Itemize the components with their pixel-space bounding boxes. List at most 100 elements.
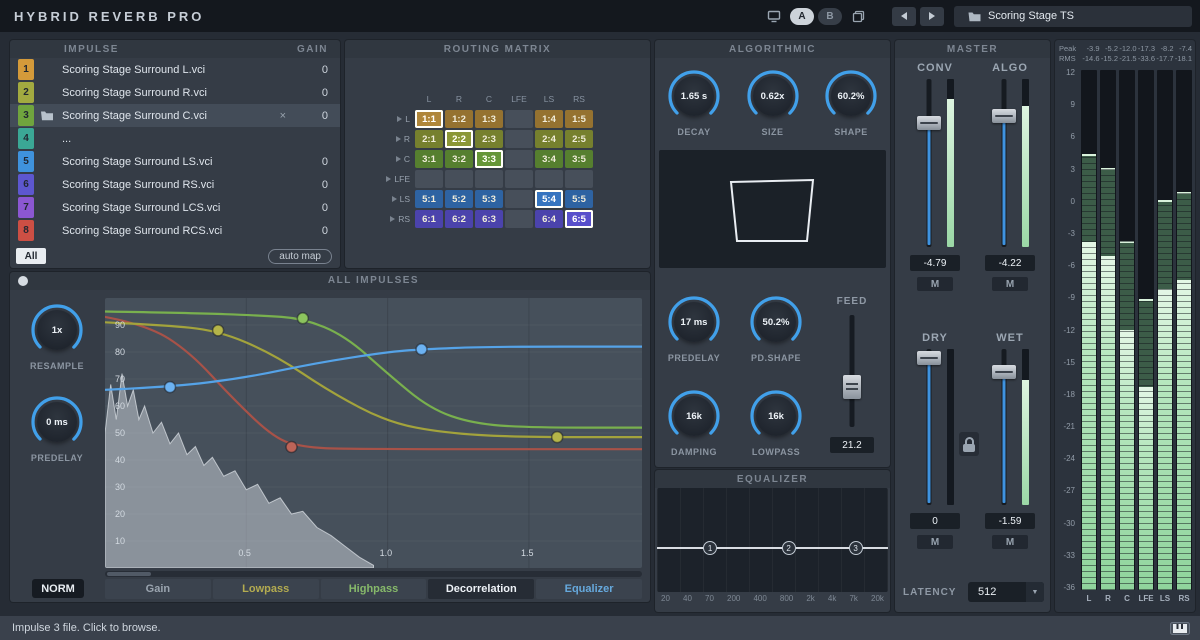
impulse-slot-number[interactable]: 4 <box>18 128 34 149</box>
mute-button[interactable]: M <box>992 535 1028 549</box>
curve-point-red[interactable] <box>286 442 297 453</box>
knob-decay[interactable]: 1.65 sDECAY <box>659 68 729 137</box>
impulse-curves-graph[interactable]: 9080706050403020100.51.01.5 <box>105 298 642 568</box>
feed-value[interactable]: 21.2 <box>830 437 874 453</box>
graph-scrollbar[interactable] <box>105 571 642 577</box>
knob-pd-shape[interactable]: 50.2%PD.SHAPE <box>741 294 811 363</box>
curve-point-olive[interactable] <box>552 432 563 443</box>
feed-slider[interactable] <box>842 315 862 427</box>
tab-lowpass[interactable]: Lowpass <box>213 579 319 599</box>
eq-band-2[interactable]: 2 <box>782 541 796 555</box>
matrix-cell[interactable]: 2:4 <box>535 130 563 148</box>
curve-point-blue[interactable] <box>416 344 427 355</box>
mute-button[interactable]: M <box>917 535 953 549</box>
matrix-cell[interactable]: 1:5 <box>565 110 593 128</box>
matrix-cell[interactable]: 2:5 <box>565 130 593 148</box>
matrix-cell[interactable]: 3:2 <box>445 150 473 168</box>
graph-scrollbar-handle[interactable] <box>107 572 151 576</box>
matrix-row-label[interactable]: L <box>381 114 415 124</box>
mute-button[interactable]: M <box>992 277 1028 291</box>
fader-handle[interactable] <box>992 109 1016 123</box>
matrix-cell[interactable] <box>505 170 533 188</box>
impulse-slot-row[interactable]: 1Scoring Stage Surround L.vci0 <box>10 58 340 81</box>
dry-fader[interactable] <box>917 349 941 505</box>
impulse-slot-row[interactable]: 4... <box>10 127 340 150</box>
fader-value[interactable]: -4.79 <box>910 255 960 271</box>
knob-shape[interactable]: 60.2%SHAPE <box>816 68 886 137</box>
mute-button[interactable]: M <box>917 277 953 291</box>
matrix-cell[interactable]: 2:1 <box>415 130 443 148</box>
tab-equalizer[interactable]: Equalizer <box>536 579 642 599</box>
tab-gain[interactable]: Gain <box>105 579 211 599</box>
auto-map-button[interactable]: auto map <box>268 249 332 264</box>
preset-a-button[interactable]: A <box>790 8 814 25</box>
matrix-cell[interactable] <box>535 170 563 188</box>
matrix-cell[interactable] <box>505 130 533 148</box>
fader-value[interactable]: -1.59 <box>985 513 1035 529</box>
matrix-row-label[interactable]: LS <box>381 194 415 204</box>
matrix-cell[interactable]: 5:1 <box>415 190 443 208</box>
impulse-slot-number[interactable]: 5 <box>18 151 34 172</box>
matrix-cell[interactable]: 5:3 <box>475 190 503 208</box>
impulse-slot-number[interactable]: 8 <box>18 220 34 241</box>
tab-highpass[interactable]: Highpass <box>321 579 427 599</box>
tab-decorrelation[interactable]: Decorrelation <box>428 579 534 599</box>
matrix-cell[interactable]: 1:2 <box>445 110 473 128</box>
matrix-cell[interactable] <box>415 170 443 188</box>
matrix-cell[interactable] <box>505 110 533 128</box>
impulse-slot-row[interactable]: 8Scoring Stage Surround RCS.vci0 <box>10 219 340 242</box>
preset-selector[interactable]: Scoring Stage TS <box>954 6 1192 27</box>
resample-knob[interactable]: 1x RESAMPLE <box>22 302 92 371</box>
matrix-cell[interactable]: 5:2 <box>445 190 473 208</box>
eq-band-3[interactable]: 3 <box>849 541 863 555</box>
editor-led-toggle[interactable] <box>18 276 28 286</box>
matrix-cell[interactable] <box>445 170 473 188</box>
fader-value[interactable]: 0 <box>910 513 960 529</box>
room-shape-display[interactable] <box>659 150 886 268</box>
matrix-cell[interactable]: 1:4 <box>535 110 563 128</box>
impulse-slot-number[interactable]: 7 <box>18 197 34 218</box>
prev-preset-button[interactable] <box>892 7 916 26</box>
norm-button[interactable]: NORM <box>32 579 84 598</box>
wet-fader[interactable] <box>992 349 1016 505</box>
matrix-cell[interactable]: 3:1 <box>415 150 443 168</box>
matrix-cell[interactable] <box>565 170 593 188</box>
impulse-slot-row[interactable]: 3Scoring Stage Surround C.vci×0 <box>10 104 340 127</box>
eq-band-1[interactable]: 1 <box>703 541 717 555</box>
algo-fader[interactable] <box>992 79 1016 247</box>
matrix-cell[interactable]: 6:4 <box>535 210 563 228</box>
matrix-cell[interactable]: 3:5 <box>565 150 593 168</box>
midi-keyboard-icon[interactable] <box>1170 622 1190 635</box>
feed-slider-handle[interactable] <box>843 375 861 399</box>
curve-point-blue[interactable] <box>165 382 176 393</box>
matrix-row-label[interactable]: RS <box>381 214 415 224</box>
remove-impulse-button[interactable]: × <box>280 110 286 122</box>
matrix-cell[interactable]: 6:3 <box>475 210 503 228</box>
fader-handle[interactable] <box>992 365 1016 379</box>
copy-preset-button[interactable] <box>846 7 870 26</box>
matrix-cell[interactable]: 2:2 <box>445 130 473 148</box>
impulse-slot-row[interactable]: 6Scoring Stage Surround RS.vci0 <box>10 173 340 196</box>
knob-size[interactable]: 0.62xSIZE <box>738 68 808 137</box>
latency-select[interactable]: 512 ▼ <box>968 582 1044 602</box>
impulse-slot-number[interactable]: 2 <box>18 82 34 103</box>
matrix-row-label[interactable]: LFE <box>381 174 415 184</box>
dry-wet-link-button[interactable] <box>959 432 979 456</box>
knob-lowpass[interactable]: 16kLOWPASS <box>741 388 811 457</box>
matrix-cell[interactable]: 1:3 <box>475 110 503 128</box>
knob-damping[interactable]: 16kDAMPING <box>659 388 729 457</box>
fader-handle[interactable] <box>917 351 941 365</box>
impulse-slot-row[interactable]: 2Scoring Stage Surround R.vci0 <box>10 81 340 104</box>
preset-b-button[interactable]: B <box>818 8 842 25</box>
matrix-cell[interactable]: 6:1 <box>415 210 443 228</box>
matrix-cell[interactable] <box>475 170 503 188</box>
matrix-cell[interactable] <box>505 190 533 208</box>
matrix-cell[interactable] <box>505 150 533 168</box>
matrix-cell[interactable] <box>505 210 533 228</box>
curve-point-green[interactable] <box>297 313 308 324</box>
matrix-cell[interactable]: 1:1 <box>415 110 443 128</box>
equalizer-graph[interactable]: 1 2 3 <box>657 488 888 592</box>
matrix-row-label[interactable]: C <box>381 154 415 164</box>
matrix-cell[interactable]: 5:4 <box>535 190 563 208</box>
all-button[interactable]: All <box>16 248 46 264</box>
